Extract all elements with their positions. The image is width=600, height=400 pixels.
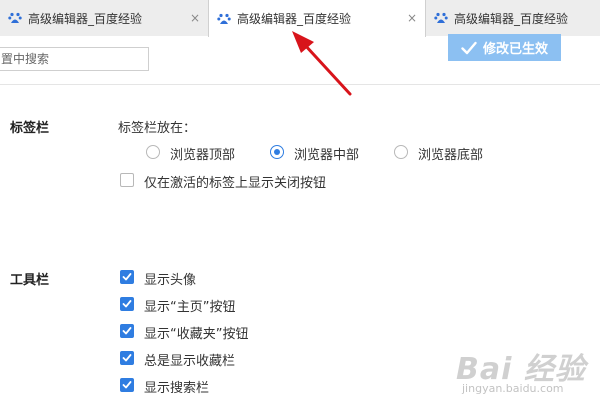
tab-strip: 高级编辑器_百度经验 × 高级编辑器_百度经验 × 高级编辑器_百度经验: [0, 0, 600, 37]
checkbox-always-show-bookmarks-bar-label: 总是显示收藏栏: [144, 354, 236, 369]
checkbox-show-favorites-button[interactable]: [120, 324, 134, 338]
checkbox-show-favorites-button-label: 显示“收藏夹”按钮: [144, 327, 249, 342]
checkbox-always-show-bookmarks-bar[interactable]: [120, 351, 134, 365]
tab-title: 高级编辑器_百度经验: [237, 12, 352, 26]
check-icon: [122, 300, 132, 308]
baidu-paw-icon: [217, 13, 231, 24]
tab-3[interactable]: 高级编辑器_百度经验: [426, 0, 600, 36]
baidu-paw-icon: [8, 12, 22, 23]
tab-2-active[interactable]: 高级编辑器_百度经验 ×: [208, 0, 426, 37]
checkbox-close-only-active-label: 仅在激活的标签上显示关闭按钮: [144, 176, 327, 191]
checkbox-show-search-bar[interactable]: [120, 378, 134, 392]
section-title-tabbar: 标签栏: [10, 121, 50, 136]
check-icon: [122, 354, 132, 362]
divider: [0, 84, 600, 85]
tabbar-position-label: 标签栏放在：: [118, 121, 197, 136]
watermark-url: jingyan.baidu.com: [462, 382, 564, 395]
checkmark-icon: [461, 41, 477, 54]
checkbox-close-only-active[interactable]: [120, 173, 134, 187]
check-icon: [122, 327, 132, 335]
tab-title: 高级编辑器_百度经验: [454, 11, 569, 26]
radio-browser-middle[interactable]: [270, 145, 284, 159]
check-icon: [122, 381, 132, 389]
checkbox-show-home-button-label: 显示“主页”按钮: [144, 300, 236, 315]
radio-browser-middle-label: 浏览器中部: [294, 148, 360, 163]
checkbox-show-home-button[interactable]: [120, 297, 134, 311]
checkbox-show-search-bar-label: 显示搜索栏: [144, 381, 210, 396]
close-icon[interactable]: ×: [190, 11, 200, 25]
check-icon: [122, 273, 132, 281]
radio-browser-bottom[interactable]: [394, 145, 408, 159]
tab-title: 高级编辑器_百度经验: [28, 11, 143, 26]
baidu-jingyan-watermark: Bai 经验 jingyan.baidu.com: [456, 344, 596, 400]
apply-changes-button[interactable]: 修改已生效: [448, 34, 561, 61]
settings-search-input[interactable]: 置中搜索: [0, 47, 149, 71]
checkbox-show-avatar[interactable]: [120, 270, 134, 284]
radio-browser-bottom-label: 浏览器底部: [418, 148, 484, 163]
close-icon[interactable]: ×: [407, 11, 417, 25]
checkbox-show-avatar-label: 显示头像: [144, 273, 197, 288]
tab-1[interactable]: 高级编辑器_百度经验 ×: [0, 0, 208, 36]
baidu-paw-icon: [434, 12, 448, 23]
apply-changes-label: 修改已生效: [482, 41, 548, 56]
section-title-toolbar: 工具栏: [10, 273, 50, 288]
radio-browser-top[interactable]: [146, 145, 160, 159]
radio-browser-top-label: 浏览器顶部: [170, 148, 236, 163]
